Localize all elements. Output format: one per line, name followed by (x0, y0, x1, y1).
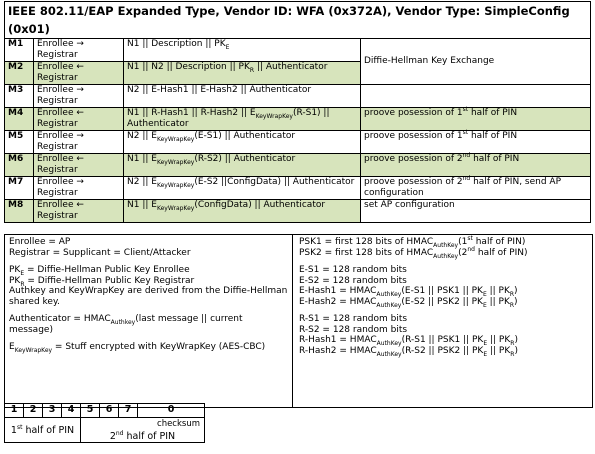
message-content: N1 || N2 || Description || PKR || Authen… (123, 61, 361, 85)
message-direction: Enrollee ← Registrar (33, 153, 124, 177)
pin-digit: 3 (42, 403, 62, 418)
legend-authenticator: Authenticator = HMACAuthkey(last message… (9, 314, 243, 335)
message-content: N1 || EKeyWrapKey(ConfigData) || Authent… (123, 199, 361, 223)
message-direction: Enrollee → Registrar (33, 38, 124, 62)
legend-encryption: EKeyWrapKey = Stuff encrypted with KeyWr… (9, 342, 266, 354)
message-direction: Enrollee → Registrar (33, 176, 124, 200)
message-purpose: proove posession of 2nd half of PIN, sen… (360, 176, 591, 200)
message-purpose: set AP configuration (360, 199, 591, 223)
legend-definitions-roles: Enrollee = AP Registrar = Supplicant = C… (9, 237, 191, 258)
message-content: N1 || EKeyWrapKey(R-S2) || Authenticator (123, 153, 361, 177)
pin-digit: 5 (80, 403, 100, 418)
message-purpose (360, 84, 591, 108)
message-content: N1 || R-Hash1 || R-Hash2 || EKeyWrapKey(… (123, 107, 361, 131)
pin-digit: 7 (118, 403, 138, 418)
message-row-m1: M1 Enrollee → Registrar N1 || Descriptio… (4, 38, 591, 85)
legend-psk: PSK1 = first 128 bits of HMACAuthKey(1st… (299, 235, 528, 260)
pin-digit: 1 (4, 403, 24, 418)
pin-digit: 6 (99, 403, 119, 418)
legend-definitions-keys: PKE = Diffie-Hellman Public Key Enrollee… (9, 265, 288, 307)
legend-box: Enrollee = AP Registrar = Supplicant = C… (4, 234, 593, 408)
message-row-m8: M8 Enrollee ← Registrar N1 || EKeyWrapKe… (4, 199, 591, 223)
dh-label: Diffie-Hellman Key Exchange (360, 38, 591, 85)
pin-digit: 4 (61, 403, 81, 418)
message-direction: Enrollee ← Registrar (33, 61, 124, 85)
legend-enrollee-hashes: E-S1 = 128 random bits E-S2 = 128 random… (299, 265, 518, 309)
message-content: N1 || Description || PKE (123, 38, 361, 62)
pin-half-row: 1st half of PIN checksum 2nd half of PIN (4, 417, 205, 443)
pin-layout-table: 1 2 3 4 5 6 7 0 1st half of PIN checksum… (4, 403, 205, 443)
message-content: N2 || EKeyWrapKey(E-S1) || Authenticator (123, 130, 361, 154)
message-id: M7 (4, 176, 34, 200)
message-id: M2 (4, 61, 34, 85)
message-row-m4: M4 Enrollee ← Registrar N1 || R-Hash1 ||… (4, 107, 591, 131)
message-id: M3 (4, 84, 34, 108)
message-direction: Enrollee → Registrar (33, 130, 124, 154)
message-content: N2 || E-Hash1 || E-Hash2 || Authenticato… (123, 84, 361, 108)
wps-message-table: IEEE 802.11/EAP Expanded Type, Vendor ID… (4, 1, 591, 223)
message-id: M5 (4, 130, 34, 154)
legend-registrar-hashes: R-S1 = 128 random bits R-S2 = 128 random… (299, 314, 518, 358)
message-content: N2 || EKeyWrapKey(E-S2 ||ConfigData) || … (123, 176, 361, 200)
message-direction: Enrollee → Registrar (33, 84, 124, 108)
message-row-m3: M3 Enrollee → Registrar N2 || E-Hash1 ||… (4, 84, 591, 108)
message-direction: Enrollee ← Registrar (33, 107, 124, 131)
pin-first-half: 1st half of PIN (4, 417, 81, 443)
pin-second-half: checksum 2nd half of PIN (80, 417, 205, 443)
pin-checksum-digit: 0 (137, 403, 205, 418)
message-id: M1 (4, 38, 34, 62)
message-purpose: proove posession of 2nd half of PIN (360, 153, 591, 177)
message-row-m5: M5 Enrollee → Registrar N2 || EKeyWrapKe… (4, 130, 591, 154)
message-id: M4 (4, 107, 34, 131)
legend-right: PSK1 = first 128 bits of HMACAuthKey(1st… (293, 235, 592, 407)
message-row-m7: M7 Enrollee → Registrar N2 || EKeyWrapKe… (4, 176, 591, 200)
message-row-m6: M6 Enrollee ← Registrar N1 || EKeyWrapKe… (4, 153, 591, 177)
pin-digit-row: 1 2 3 4 5 6 7 0 (4, 403, 205, 418)
message-direction: Enrollee ← Registrar (33, 199, 124, 223)
pin-checksum-label: checksum (157, 419, 200, 429)
message-purpose: proove posession of 1st half of PIN (360, 130, 591, 154)
message-id: M8 (4, 199, 34, 223)
legend-left: Enrollee = AP Registrar = Supplicant = C… (5, 235, 293, 407)
table-header: IEEE 802.11/EAP Expanded Type, Vendor ID… (4, 1, 591, 39)
message-id: M6 (4, 153, 34, 177)
message-purpose: proove posession of 1st half of PIN (360, 107, 591, 131)
pin-digit: 2 (23, 403, 43, 418)
